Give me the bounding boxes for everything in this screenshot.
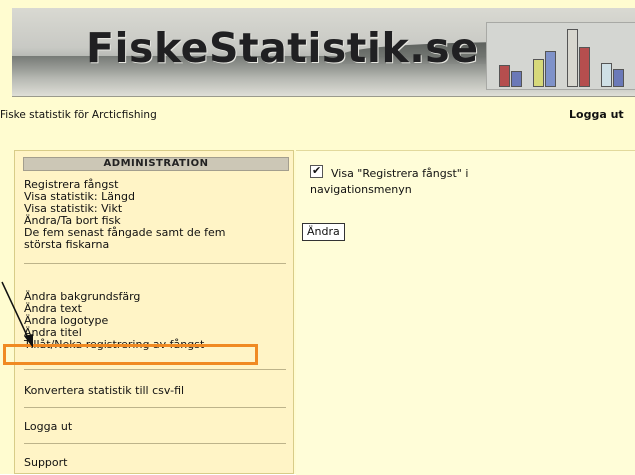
apply-button[interactable]: Ändra bbox=[302, 223, 345, 241]
admin-sidebar: ADMINISTRATION Registrera fångst Visa st… bbox=[14, 150, 294, 474]
nav-latest-largest-line2[interactable]: största fiskarna bbox=[24, 239, 109, 251]
sidebar-divider bbox=[24, 263, 286, 264]
admin-section-title: ADMINISTRATION bbox=[23, 157, 289, 171]
brand-title: FiskeStatistik.se bbox=[86, 24, 479, 72]
checkbox-label-line1: Visa "Registrera fångst" i bbox=[331, 167, 469, 180]
header-logout-link[interactable]: Logga ut bbox=[569, 108, 624, 121]
highlight-box bbox=[3, 344, 258, 365]
checkbox-label-line2: navigationsmenyn bbox=[310, 183, 412, 196]
sidebar-divider bbox=[24, 369, 286, 370]
pointer-arrow-icon bbox=[1, 281, 33, 348]
site-banner: FiskeStatistik.se bbox=[12, 8, 635, 97]
nav-support[interactable]: Support bbox=[24, 457, 67, 469]
nav-logout[interactable]: Logga ut bbox=[24, 421, 72, 433]
settings-panel: ✔ Visa "Registrera fångst" i navigationsm… bbox=[296, 150, 635, 475]
logo-chart-icon bbox=[486, 22, 635, 90]
show-register-option: ✔ Visa "Registrera fångst" i navigationsm… bbox=[310, 164, 610, 198]
sidebar-divider bbox=[24, 407, 286, 408]
checkmark-icon: ✔ bbox=[312, 164, 322, 177]
nav-convert-csv[interactable]: Konvertera statistik till csv-fil bbox=[24, 385, 184, 397]
site-tagline: Fiske statistik för Arcticfishing bbox=[0, 109, 157, 121]
show-register-checkbox[interactable]: ✔ bbox=[310, 164, 323, 178]
sidebar-divider bbox=[24, 443, 286, 444]
